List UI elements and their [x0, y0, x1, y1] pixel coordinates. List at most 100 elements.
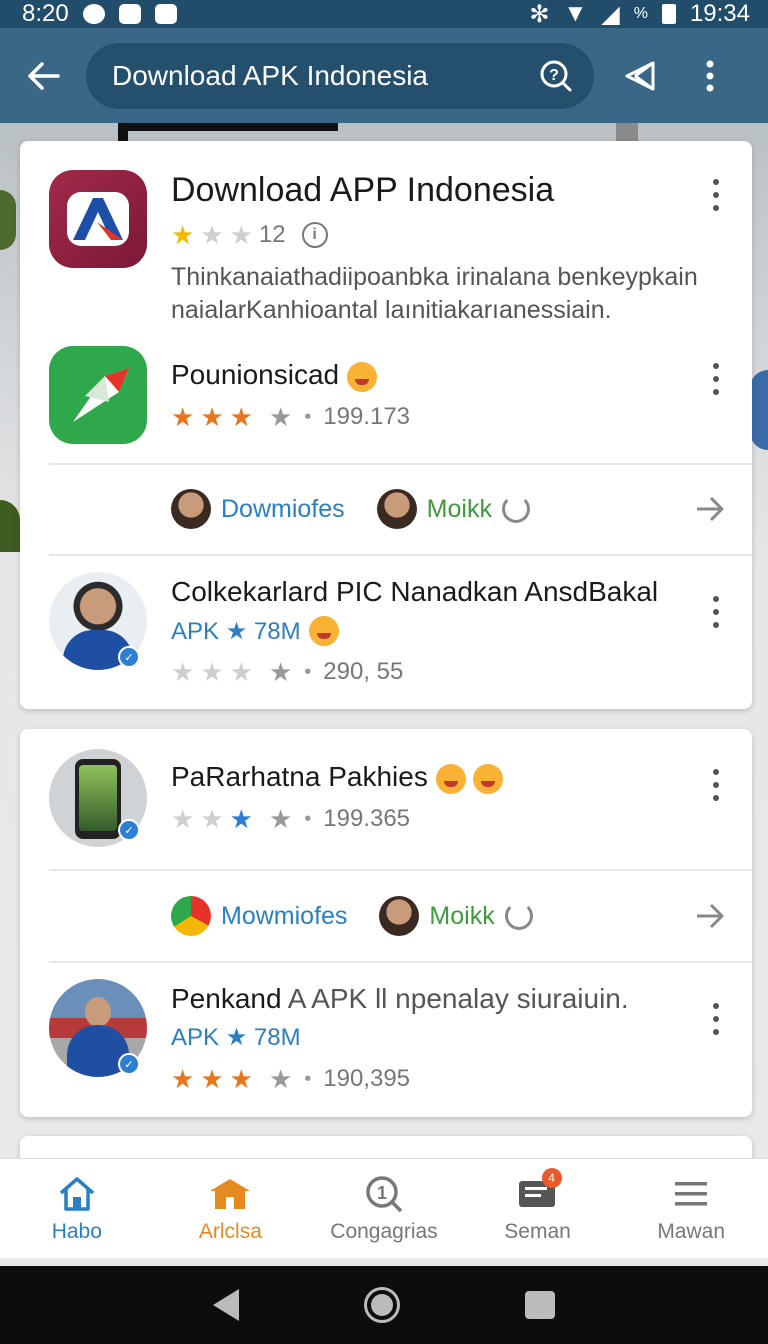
share-button[interactable] — [616, 52, 664, 100]
chrome-icon — [171, 896, 211, 936]
star-empty-icon: ★ — [200, 804, 224, 834]
separator-dot: • — [304, 1067, 312, 1090]
back-button[interactable] — [16, 48, 72, 104]
item-menu-button[interactable] — [708, 363, 724, 395]
refresh-icon[interactable] — [501, 495, 530, 523]
battery-percent: % — [633, 5, 648, 22]
star-empty-icon: ★ — [229, 220, 253, 250]
app-rating: ★ ★ ★ 12 i — [171, 221, 328, 249]
emoji-icon — [346, 361, 377, 392]
star-half-icon: ★ — [268, 804, 293, 834]
star-empty-icon: ★ — [268, 1064, 293, 1094]
nav-label: Congagrias — [330, 1219, 438, 1243]
chip-label: Dowmiofes — [221, 494, 345, 523]
list-item[interactable]: Pounionsicad ★ ★ ★ ★ • 199.173 — [20, 341, 752, 461]
item-title: Pounionsicad — [171, 359, 377, 392]
app-logo-icon — [73, 368, 129, 422]
separator-dot: • — [304, 660, 312, 683]
chip-label: Moikk — [429, 901, 495, 930]
nav-label: Arlclsa — [198, 1219, 262, 1243]
nav-label: Habo — [51, 1219, 102, 1243]
list-item[interactable]: ✓ Penkand A APK ll npenalay siuraiuin. A… — [20, 963, 752, 1113]
wifi-icon: ▼ — [563, 0, 588, 27]
nav-item-store[interactable]: Arlclsa — [155, 1174, 305, 1244]
download-count: 199.173 — [323, 403, 411, 430]
home-icon — [55, 1174, 99, 1214]
star-filled-icon: ★ — [200, 1064, 224, 1094]
notification-badge: 4 — [541, 1167, 562, 1188]
app-card: ✓ PaRarhatna Pakhies ★ ★ ★ ★ • 199.365 M… — [20, 729, 752, 1117]
item-menu-button[interactable] — [708, 1003, 724, 1035]
star-filled-icon: ★ — [171, 402, 195, 432]
system-home-icon[interactable] — [363, 1287, 400, 1323]
star-empty-icon: ★ — [200, 657, 224, 687]
star-empty-icon: ★ — [171, 804, 195, 834]
clock-right: 19:34 — [689, 0, 750, 27]
item-menu-button[interactable] — [708, 769, 724, 801]
item-menu-button[interactable] — [708, 596, 724, 628]
nav-label: Mawan — [657, 1219, 726, 1243]
news-notification-icon — [154, 4, 177, 24]
nav-item-home[interactable]: Habo — [2, 1174, 152, 1244]
clock-left: 8:20 — [22, 0, 69, 27]
bluetooth-icon: ✻ — [529, 0, 550, 28]
item-rating: ★ ★ ★ ★ • 290, 55 — [171, 658, 403, 686]
star-empty-icon: ★ — [229, 657, 253, 687]
background-sign — [118, 123, 338, 141]
star-filled-icon: ★ — [171, 1064, 195, 1094]
separator-dot: • — [304, 405, 312, 428]
action-row: Mowmiofes Moikk — [20, 871, 752, 961]
app-notification-icon — [118, 4, 141, 24]
list-item[interactable]: ✓ Colkekarlard PIC Nanadkan AnsdBakal AP… — [20, 556, 752, 706]
download-chip[interactable]: Mowmiofes — [171, 896, 347, 936]
signal-icon: ◢ — [601, 0, 620, 28]
overflow-menu-button[interactable] — [686, 52, 734, 100]
app-description: Thinkanaiathadiipoanbka irinalana benkey… — [171, 263, 698, 324]
arrow-left-icon — [28, 61, 60, 90]
item-menu-button[interactable] — [708, 179, 724, 211]
nav-label: Seman — [504, 1219, 571, 1243]
system-back-icon[interactable] — [212, 1289, 239, 1321]
emoji-icon — [308, 616, 339, 646]
star-filled-icon: ★ — [229, 804, 253, 834]
send-icon[interactable] — [694, 901, 726, 931]
item-title: PaRarhatna Pakhies — [171, 761, 504, 794]
info-icon[interactable]: i — [301, 222, 328, 248]
system-navigation — [0, 1266, 768, 1344]
mod-chip[interactable]: Moikk — [379, 896, 533, 936]
background-pole — [616, 123, 638, 143]
download-count: 190,395 — [323, 1065, 411, 1092]
nav-item-categories[interactable]: 1 Congagrias — [309, 1174, 459, 1244]
system-recents-icon[interactable] — [525, 1291, 556, 1319]
background-object — [750, 370, 768, 450]
nav-item-menu[interactable]: Mawan — [616, 1174, 766, 1244]
search-query: Download APK Indonesia — [112, 59, 428, 91]
search-bar[interactable]: Download APK Indonesia ? — [86, 42, 594, 109]
star-filled-icon: ★ — [171, 220, 195, 250]
download-chip[interactable]: Dowmiofes — [171, 489, 345, 529]
star-filled-icon: ★ — [229, 402, 253, 432]
app-icon[interactable] — [49, 346, 147, 444]
verified-icon: ✓ — [118, 819, 140, 841]
nav-item-messages[interactable]: 4 Seman — [463, 1167, 613, 1244]
status-bar: 8:20 ✻ ▼ ◢ % 19:34 — [0, 0, 768, 28]
svg-text:?: ? — [549, 67, 559, 84]
avatar — [171, 489, 211, 529]
notification-icon — [82, 4, 105, 24]
emoji-icon — [435, 763, 466, 794]
refresh-icon[interactable] — [504, 902, 533, 930]
download-count: 199.365 — [323, 805, 411, 832]
send-icon[interactable] — [694, 494, 726, 524]
verified-icon: ✓ — [118, 646, 140, 668]
app-icon[interactable] — [49, 170, 147, 268]
search-help-icon[interactable]: ? — [532, 52, 580, 100]
star-empty-icon: ★ — [268, 402, 293, 432]
item-title: Penkand A APK ll npenalay siuraiuin. — [171, 983, 629, 1014]
more-vert-icon — [706, 60, 714, 91]
item-rating: ★ ★ ★ ★ • 190,395 — [171, 1065, 410, 1093]
mod-chip[interactable]: Moikk — [376, 489, 530, 529]
featured-app[interactable]: Download APP Indonesia ★ ★ ★ 12 i Thinka… — [20, 141, 752, 341]
chip-label: Mowmiofes — [221, 901, 348, 930]
list-item[interactable]: ✓ PaRarhatna Pakhies ★ ★ ★ ★ • 199.365 — [20, 729, 752, 867]
star-empty-icon: ★ — [200, 220, 224, 250]
